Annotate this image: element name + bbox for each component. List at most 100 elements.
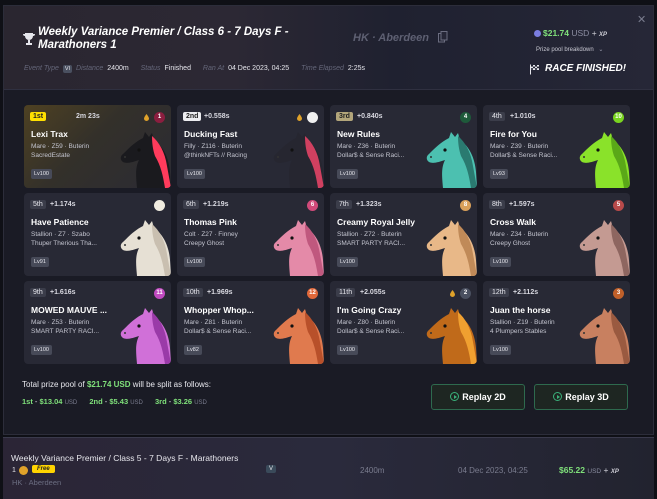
horse-details: Mare · Z80 · Buterin — [337, 319, 396, 326]
finish-gap: +1.323s — [356, 201, 382, 208]
chevron-down-icon: ⌄ — [598, 47, 604, 53]
split-first-unit: USD — [64, 400, 78, 406]
split-first-label: 1st — [22, 397, 33, 406]
prize-plus: + — [591, 28, 597, 38]
horse-level-badge: Lv100 — [490, 345, 511, 355]
horse-portrait — [579, 220, 630, 276]
result-card[interactable]: 9th +1.616s 11 MOWED MAUVE ... Mare · Z53 · … — [24, 281, 171, 364]
horse-level-badge: Lv100 — [337, 345, 358, 355]
elapsed-value: 2:25s — [347, 65, 365, 72]
horse-name: Lexi Trax — [31, 129, 68, 139]
horse-name: Thomas Pink — [184, 217, 237, 227]
result-card[interactable]: 5th +1.174s Have Patience Stallion · Z7 · S… — [24, 193, 171, 276]
horse-portrait — [579, 132, 630, 188]
prize-summary: $21.74 USD + XP — [534, 28, 607, 38]
prize-split: 1st - $13.04 USD 2nd - $5.43 USD 3rd - $… — [22, 397, 207, 406]
next-race-prize: $65.22 USD + XP — [559, 465, 619, 475]
result-card[interactable]: 7th +1.323s 8 Creamy Royal Jelly Stallion · … — [330, 193, 477, 276]
horse-name: Ducking Fast — [184, 129, 238, 139]
finish-position: 3rd — [336, 112, 353, 121]
status-label: Status — [140, 65, 161, 72]
result-card[interactable]: 3rd +0.840s 4 New Rules Mare · Z36 · Buterin… — [330, 105, 477, 188]
coin-icon — [534, 30, 541, 38]
result-card[interactable]: 1st 2m 23s 1 Lexi Trax Mare · Z59 · Buterin S… — [24, 105, 171, 188]
result-card[interactable]: 12th +2.112s 3 Juan the horse Stallion · Z19… — [483, 281, 630, 364]
result-card[interactable]: 8th +1.597s 5 Cross Walk Mare · Z34 · Buteri… — [483, 193, 630, 276]
coin-icon — [19, 466, 28, 475]
split-second-amount: $5.43 — [109, 397, 129, 406]
result-card[interactable]: 2nd +0.558s Ducking Fast Filly · Z116 · But… — [177, 105, 324, 188]
finish-gap: +0.558s — [204, 113, 230, 120]
horse-stable: SMART PARTY RACI... — [337, 240, 406, 247]
horse-name: Cross Walk — [490, 217, 536, 227]
horse-details: Stallion · Z7 · Szabo — [31, 231, 90, 238]
next-race-prize-currency: USD — [587, 468, 602, 475]
horse-portrait — [273, 308, 324, 364]
copy-icon[interactable] — [438, 31, 448, 43]
next-race-number: 1 — [12, 467, 16, 474]
horse-stable: SacredEstate — [31, 152, 71, 159]
finish-gap: 2m 23s — [76, 113, 100, 120]
close-button[interactable]: ✕ — [637, 13, 646, 26]
horse-stable: Dollar$ & Sense Raci... — [337, 328, 405, 335]
finish-gap: +1.219s — [203, 201, 229, 208]
horse-stable: SMART PARTY RACI... — [31, 328, 100, 335]
next-race-distance: 2400m — [360, 466, 385, 475]
gate-number-badge: 3 — [613, 288, 624, 299]
checkered-flag-icon — [530, 64, 539, 75]
finish-position: 11th — [336, 288, 356, 297]
finish-position: 10th — [183, 288, 203, 297]
gate-number-badge — [154, 200, 165, 211]
result-card[interactable]: 4th +1.010s 10 Fire for You Mare · Z39 · But… — [483, 105, 630, 188]
horse-details: Mare · Z59 · Buterin — [31, 143, 90, 150]
horse-portrait — [273, 132, 324, 188]
replay-2d-button[interactable]: Replay 2D — [431, 384, 525, 410]
replay-2d-label: Replay 2D — [462, 392, 506, 402]
horse-details: Colt · Z27 · Finney — [184, 231, 238, 238]
event-type-label: Event Type — [24, 65, 59, 72]
horse-level-badge: Lv100 — [337, 169, 358, 179]
finish-position: 7th — [336, 200, 352, 209]
horse-stable: Dollar$ & Sense Raci... — [184, 328, 252, 335]
trophy-icon — [23, 33, 35, 45]
finish-gap: +1.010s — [510, 113, 536, 120]
gate-number-badge: 10 — [613, 112, 624, 123]
horse-details: Mare · Z34 · Buterin — [490, 231, 549, 238]
flame-icon — [144, 114, 149, 121]
horse-level-badge: Lv82 — [184, 345, 202, 355]
horse-level-badge: Lv100 — [490, 257, 511, 267]
horse-stable: Creepy Ghost — [490, 240, 531, 247]
ran-at-value: 04 Dec 2023, 04:25 — [228, 65, 290, 72]
horse-details: Mare · Z39 · Buterin — [490, 143, 549, 150]
next-race-row[interactable]: Weekly Variance Premier / Class 5 - 7 Da… — [3, 437, 654, 499]
split-second-label: 2nd — [89, 397, 103, 406]
split-third-amount: $3.26 — [173, 397, 193, 406]
result-card[interactable]: 11th +2.055s 2 I'm Going Crazy Mare · Z80 · … — [330, 281, 477, 364]
result-card[interactable]: 6th +1.219s 6 Thomas Pink Colt · Z27 · Finne… — [177, 193, 324, 276]
horse-level-badge: Lv93 — [490, 169, 508, 179]
finish-gap: +2.112s — [513, 289, 539, 296]
prize-breakdown-toggle[interactable]: Prize pool breakdown ⌄ — [536, 46, 603, 53]
horse-name: Juan the horse — [490, 305, 551, 315]
split-third-unit: USD — [194, 400, 207, 406]
next-race-event-badge: V — [266, 465, 277, 473]
status-value: Finished — [164, 65, 191, 72]
horse-portrait — [426, 132, 477, 188]
pool-intro: Total prize pool of — [22, 380, 85, 389]
replay-3d-label: Replay 3D — [565, 392, 609, 402]
horse-portrait — [120, 132, 171, 188]
finish-position: 2nd — [183, 112, 202, 121]
finish-gap: +1.969s — [207, 289, 233, 296]
horse-details: Filly · Z116 · Buterin — [184, 143, 243, 150]
race-header: Weekly Variance Premier / Class 6 - 7 Da… — [4, 6, 653, 90]
pool-outro: will be split as follows: — [132, 380, 212, 389]
next-race-prize-amount: $65.22 — [559, 465, 585, 475]
ran-at-label: Ran At — [202, 65, 225, 72]
horse-level-badge: Lv100 — [31, 169, 52, 179]
free-badge: Free — [32, 465, 55, 473]
horse-details: Mare · Z36 · Buterin — [337, 143, 396, 150]
replay-3d-button[interactable]: Replay 3D — [534, 384, 628, 410]
gate-number-badge — [307, 112, 318, 123]
result-card[interactable]: 10th +1.969s 12 Whopper Whop... Mare · Z81 ·… — [177, 281, 324, 364]
horse-level-badge: Lv100 — [337, 257, 358, 267]
